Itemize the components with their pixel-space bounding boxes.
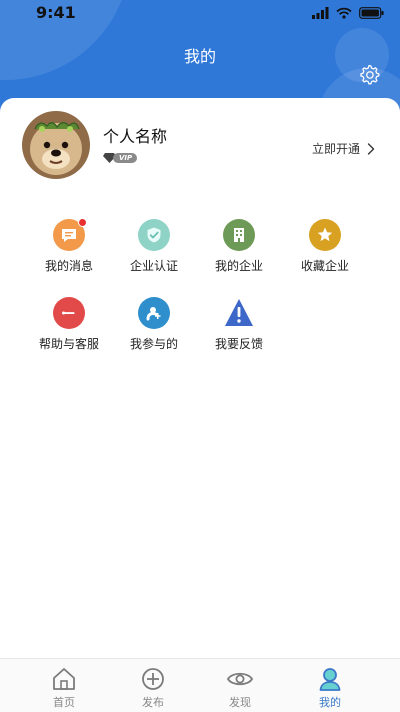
menu-item-label: 收藏企业 (300, 259, 349, 273)
tab-label: 我的 (319, 696, 341, 709)
shield-check-icon (138, 219, 170, 251)
plus-circle-icon (142, 668, 164, 690)
profile-card (0, 98, 400, 658)
eye-icon (226, 672, 254, 686)
person-plus-icon (138, 297, 170, 329)
profile-header: 9:41 我的 (0, 0, 400, 112)
vip-badge: VIP (103, 152, 138, 164)
menu-item-label: 帮助与客服 (38, 337, 99, 351)
cellular-signal-icon (312, 6, 329, 19)
menu-item-label: 我的企业 (214, 259, 263, 273)
tab-mine[interactable]: 我的 (280, 659, 380, 712)
menu-item-my-enterprise[interactable]: 我的企业 (199, 219, 279, 274)
message-icon (53, 218, 87, 251)
tab-home[interactable]: 首页 (14, 659, 114, 712)
menu-item-label: 我参与的 (129, 337, 178, 351)
settings-button[interactable] (358, 63, 380, 85)
help-minus-icon (53, 297, 85, 329)
menu-item-help-support[interactable]: 帮助与客服 (29, 297, 109, 352)
menu-item-feedback[interactable]: 我要反馈 (199, 297, 279, 352)
menu-item-label: 我要反馈 (214, 337, 263, 351)
chevron-right-icon (367, 142, 375, 155)
menu-item-messages[interactable]: 我的消息 (29, 218, 109, 274)
profile-name: 个人名称 (103, 127, 168, 146)
battery-icon (359, 6, 384, 19)
tab-label: 发现 (229, 696, 251, 709)
menu-item-enterprise-certification[interactable]: 企业认证 (114, 219, 194, 274)
open-vip-link[interactable]: 立即开通 (312, 140, 375, 157)
tab-discover[interactable]: 发现 (190, 659, 290, 712)
open-vip-label: 立即开通 (311, 142, 360, 156)
tab-publish[interactable]: 发布 (103, 659, 203, 712)
tab-label: 首页 (53, 696, 75, 709)
tab-label: 发布 (142, 696, 164, 709)
menu-item-favorite-enterprises[interactable]: 收藏企业 (285, 219, 365, 274)
profile-icon (319, 668, 341, 691)
status-icons (312, 6, 384, 19)
gear-icon (360, 64, 380, 85)
status-bar: 9:41 (0, 0, 400, 24)
status-time: 9:41 (36, 3, 76, 22)
warning-triangle-icon (223, 297, 255, 329)
page-title: 我的 (183, 47, 216, 66)
menu-item-label: 企业认证 (129, 259, 178, 273)
vip-label: VIP (113, 153, 138, 163)
building-icon (223, 219, 255, 251)
menu-item-participated[interactable]: 我参与的 (114, 297, 194, 352)
bottom-tab-bar: 首页 发布 发现 我的 (0, 658, 400, 712)
wifi-icon (336, 7, 352, 19)
star-icon (309, 219, 341, 251)
menu-item-label: 我的消息 (44, 259, 93, 273)
home-icon (53, 668, 75, 690)
notification-badge (78, 218, 87, 227)
avatar[interactable] (22, 111, 90, 179)
